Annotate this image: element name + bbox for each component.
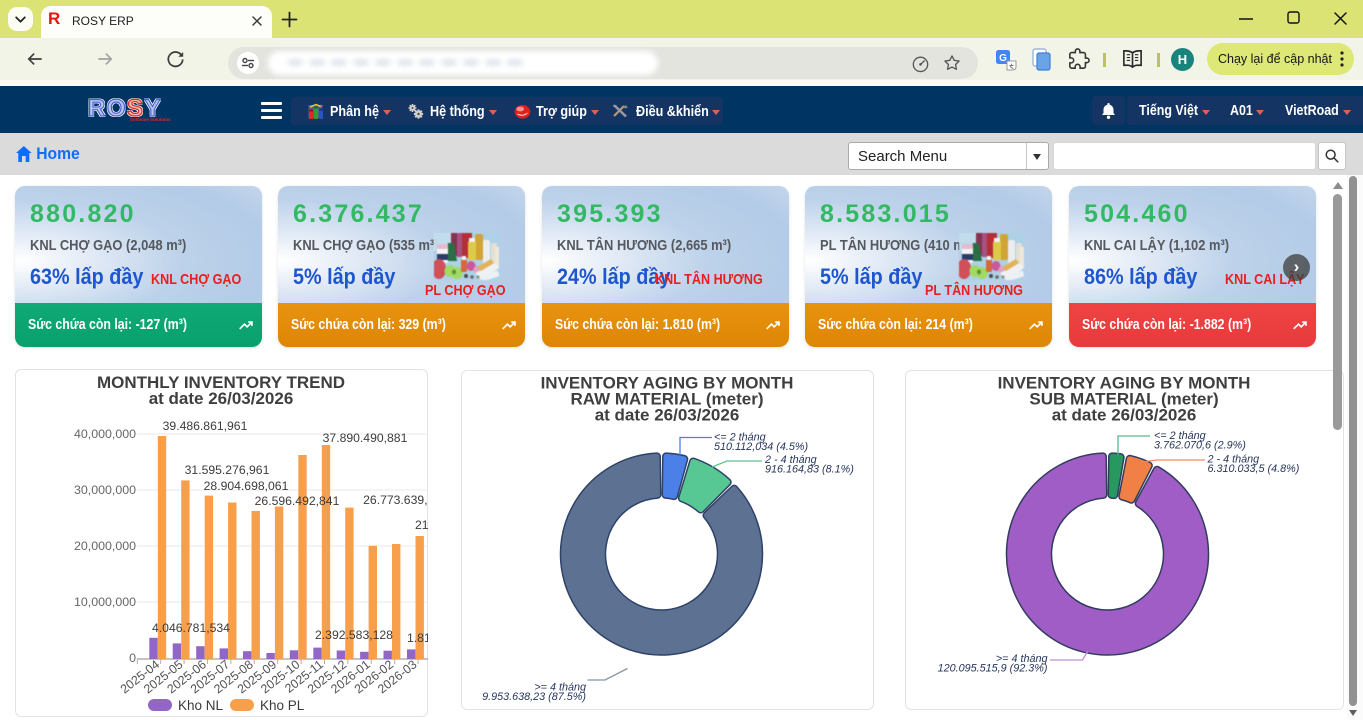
svg-text:Kho NL: Kho NL xyxy=(178,698,224,713)
svg-text:9.953.638,23 (87.5%): 9.953.638,23 (87.5%) xyxy=(482,691,586,703)
svg-text:G: G xyxy=(999,53,1007,64)
svg-text:20,000,000: 20,000,000 xyxy=(74,539,136,553)
svg-text:31.595.276,961: 31.595.276,961 xyxy=(185,463,270,477)
svg-text:3.762.070,6 (2.9%): 3.762.070,6 (2.9%) xyxy=(1154,440,1246,452)
svg-text:at date 26/03/2026: at date 26/03/2026 xyxy=(149,389,294,408)
svg-text:39.486.861,961: 39.486.861,961 xyxy=(163,419,248,433)
svg-text:at date 26/03/2026: at date 26/03/2026 xyxy=(595,406,740,425)
svg-text:40,000,000: 40,000,000 xyxy=(74,427,136,441)
svg-text:30,000,000: 30,000,000 xyxy=(74,483,136,497)
svg-text:510.112,034 (4.5%): 510.112,034 (4.5%) xyxy=(714,441,808,453)
svg-text:28.904.698,061: 28.904.698,061 xyxy=(204,479,289,493)
svg-text:916.164,83 (8.1%): 916.164,83 (8.1%) xyxy=(765,464,854,476)
svg-text:120.095.515,9 (92.3%): 120.095.515,9 (92.3%) xyxy=(938,663,1048,675)
svg-text:37.890.490,881: 37.890.490,881 xyxy=(323,431,408,445)
svg-text:2.392.583,128: 2.392.583,128 xyxy=(315,628,393,642)
svg-text:0: 0 xyxy=(129,651,136,665)
svg-text:26.773.639,991: 26.773.639,991 xyxy=(363,493,428,507)
svg-text:26.596.492,841: 26.596.492,841 xyxy=(255,494,340,508)
svg-text:4.046.781,534: 4.046.781,534 xyxy=(152,621,230,635)
svg-text:10,000,000: 10,000,000 xyxy=(74,595,136,609)
svg-text:at date 26/03/2026: at date 26/03/2026 xyxy=(1052,406,1197,425)
svg-text:1.815.683: 1.815.683 xyxy=(407,631,428,645)
svg-text:6.310.033,5 (4.8%): 6.310.033,5 (4.8%) xyxy=(1208,463,1300,475)
svg-text:21.583.186,4: 21.583.186,4 xyxy=(415,518,428,532)
svg-text:Kho PL: Kho PL xyxy=(260,698,305,713)
